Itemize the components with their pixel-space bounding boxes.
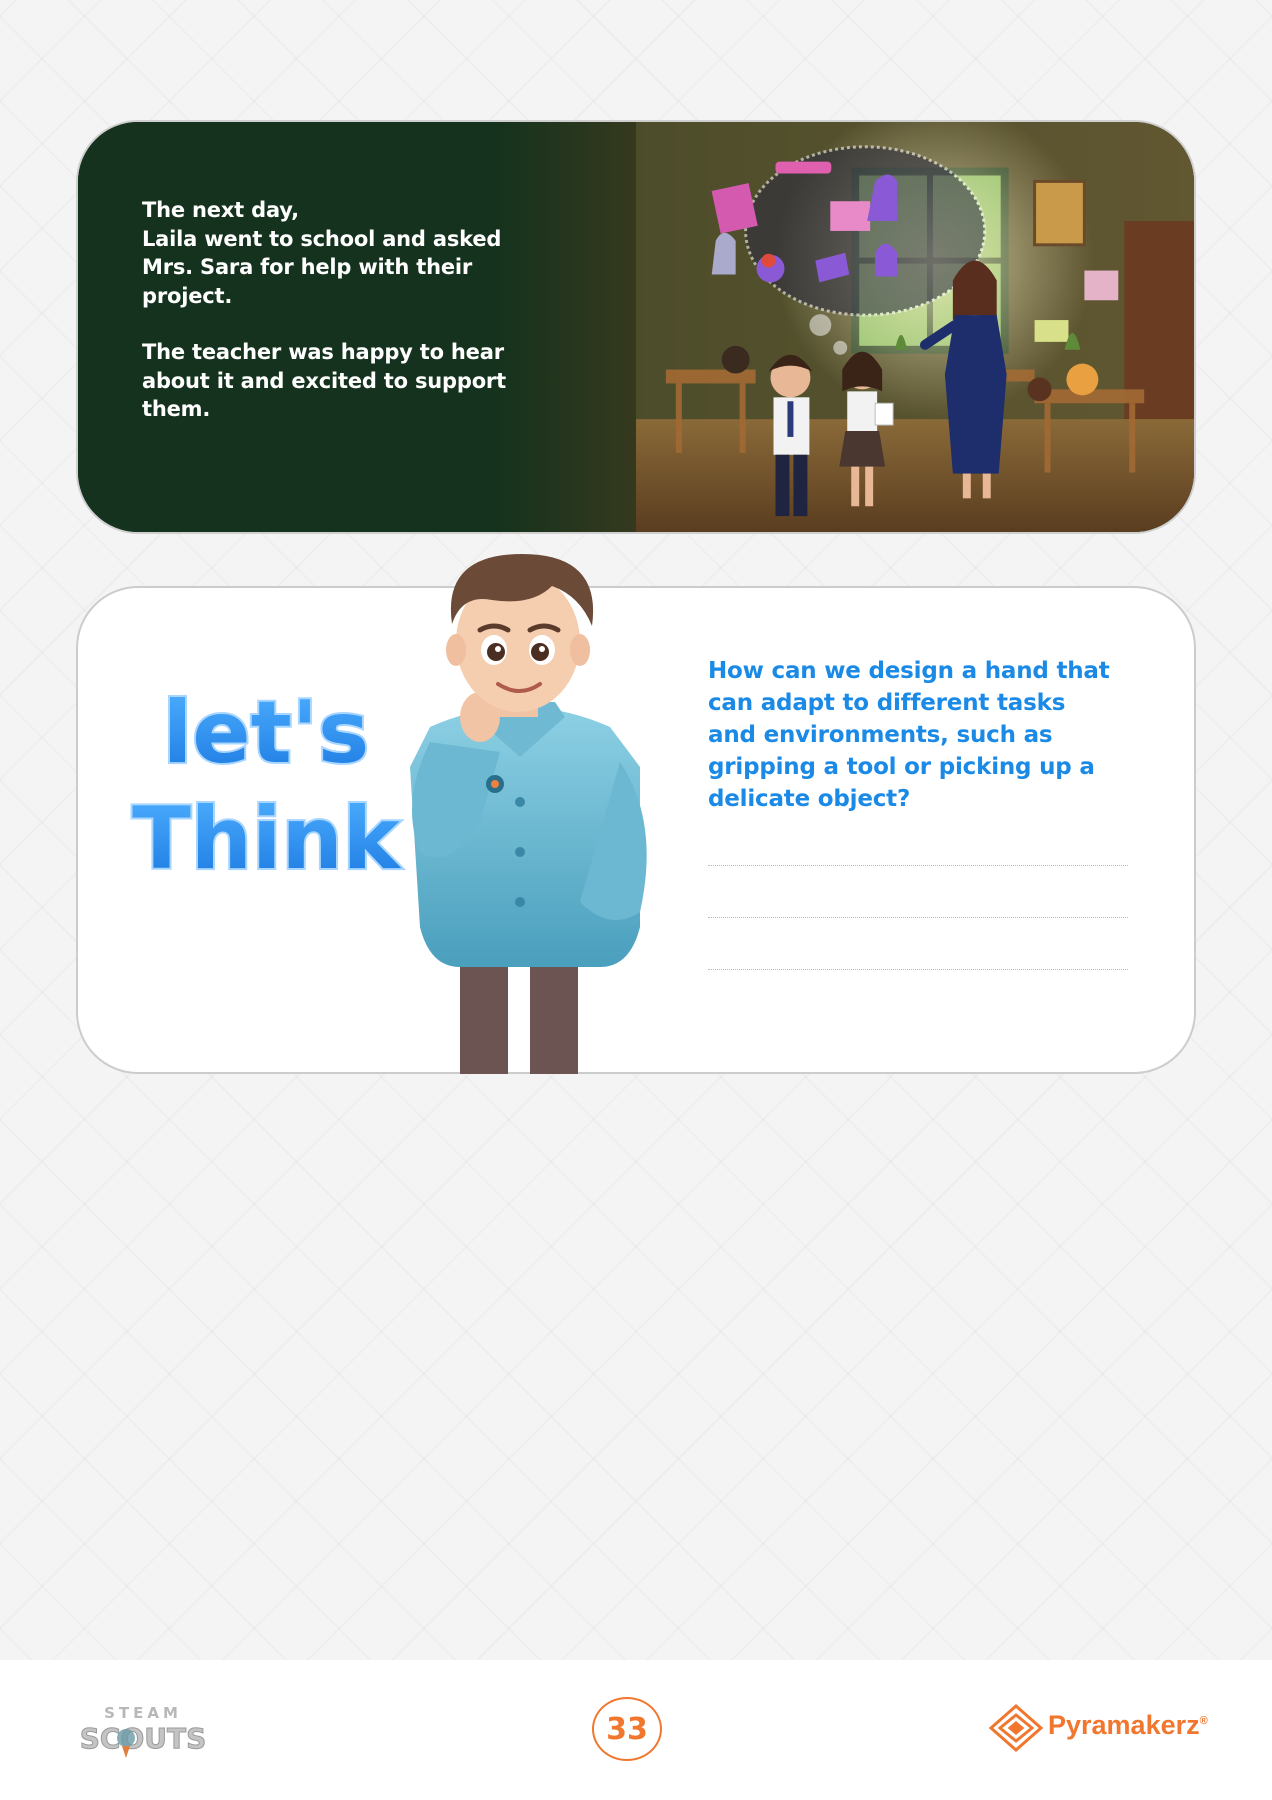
steam-logo-top-text: STEAM (104, 1704, 182, 1722)
steam-scouts-logo: STEAM SCOUTS (79, 1704, 207, 1758)
steam-logo-bottom-text: SCOUTS (80, 1722, 207, 1755)
question-line: gripping a tool or picking up a (708, 754, 1095, 780)
story-line: about it and excited to support (142, 368, 506, 393)
story-line: project. (142, 283, 233, 308)
answer-line-3[interactable] (708, 969, 1128, 970)
question-line: How can we design a hand that (708, 658, 1110, 684)
answer-line-2[interactable] (708, 917, 1128, 918)
story-line: The next day, (142, 198, 299, 222)
think-question: How can we design a hand that can adapt … (708, 655, 1148, 815)
lets-think-heading: let's Think (130, 681, 404, 880)
story-line: The teacher was happy to hear (142, 340, 504, 364)
story-line: them. (142, 397, 211, 421)
story-paragraph-2: The teacher was happy to hear about it a… (142, 338, 542, 424)
question-line: delicate object? (708, 786, 911, 812)
story-line: Mrs. Sara for help with their (142, 255, 473, 279)
brand-name-text: Pyramakerz (1048, 1710, 1200, 1740)
story-line: Laila went to school and asked (142, 226, 502, 251)
story-card: The next day, Laila went to school and a… (76, 120, 1196, 534)
answer-line-1[interactable] (708, 865, 1128, 866)
registered-mark: ® (1199, 1715, 1208, 1727)
think-heading-text: Think (132, 789, 402, 880)
pyramakerz-logo-icon (988, 1704, 1044, 1752)
lets-heading-text: let's (163, 683, 369, 783)
thinking-boy-illustration (410, 554, 647, 1074)
page-number-badge: 33 (592, 1697, 662, 1761)
story-text: The next day, Laila went to school and a… (142, 196, 542, 452)
story-paragraph-1: The next day, Laila went to school and a… (142, 196, 542, 310)
pyramakerz-brand-name: Pyramakerz® (1048, 1710, 1208, 1741)
question-line: can adapt to different tasks (708, 690, 1066, 716)
page-number: 33 (606, 1711, 648, 1747)
question-line: and environments, such as (708, 722, 1053, 748)
